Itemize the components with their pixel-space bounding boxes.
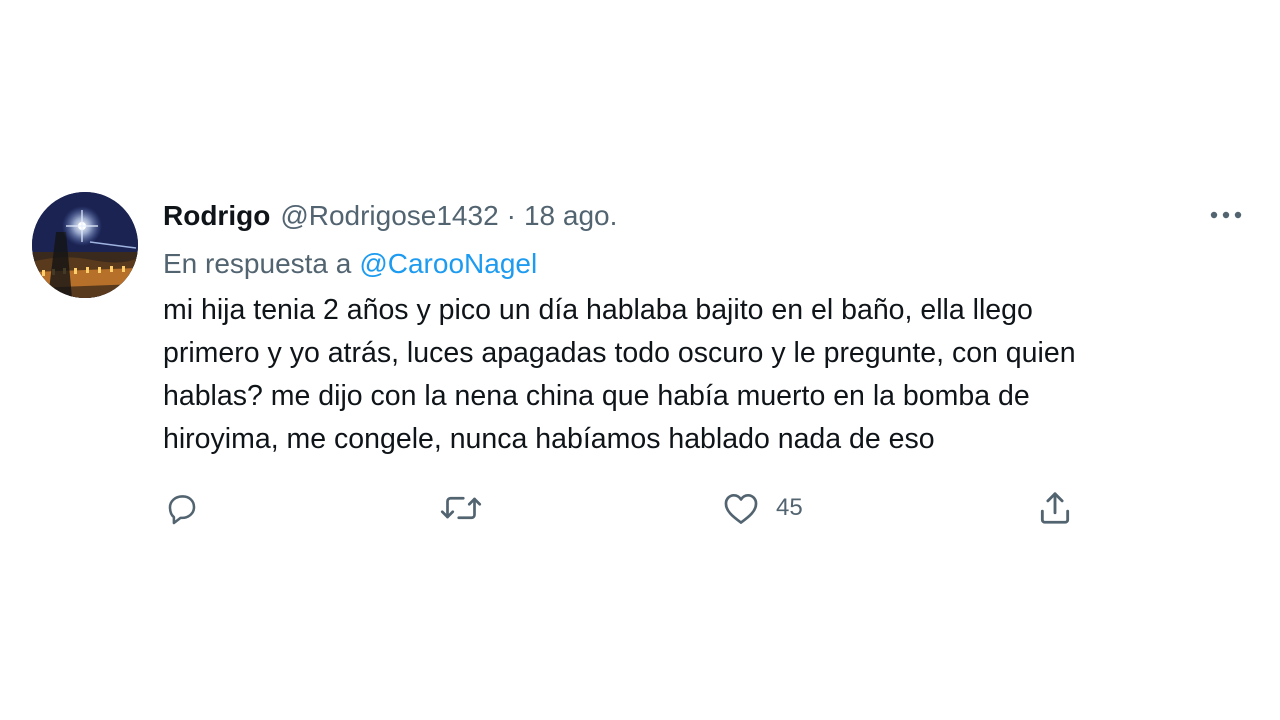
more-options-button[interactable]	[1206, 200, 1246, 230]
more-icon	[1210, 211, 1242, 219]
reply-button[interactable]	[164, 486, 200, 530]
timestamp[interactable]: 18 ago.	[524, 200, 617, 232]
avatar[interactable]	[32, 192, 138, 298]
comment-icon	[168, 495, 196, 525]
like-button[interactable]: 45	[722, 486, 803, 530]
retweet-icon	[440, 496, 482, 520]
tweet: Rodrigo @Rodrigose1432 · 18 ago. En resp…	[0, 0, 1280, 720]
retweet-button[interactable]	[440, 486, 482, 530]
avatar-image	[32, 192, 138, 298]
reply-context: En respuesta a @CarooNagel	[163, 244, 537, 284]
share-button[interactable]	[1036, 486, 1074, 530]
user-handle[interactable]: @Rodrigose1432	[280, 200, 498, 232]
separator-dot: ·	[506, 200, 516, 231]
reply-mention-link[interactable]: @CarooNagel	[359, 248, 537, 280]
heart-icon	[724, 493, 758, 524]
tweet-header: Rodrigo @Rodrigose1432 · 18 ago.	[163, 196, 617, 236]
display-name[interactable]: Rodrigo	[163, 200, 270, 232]
like-count: 45	[776, 494, 803, 521]
share-icon	[1040, 492, 1070, 524]
reply-prefix: En respuesta a	[163, 248, 352, 279]
tweet-text: mi hija tenia 2 años y pico un día habla…	[163, 294, 1076, 455]
